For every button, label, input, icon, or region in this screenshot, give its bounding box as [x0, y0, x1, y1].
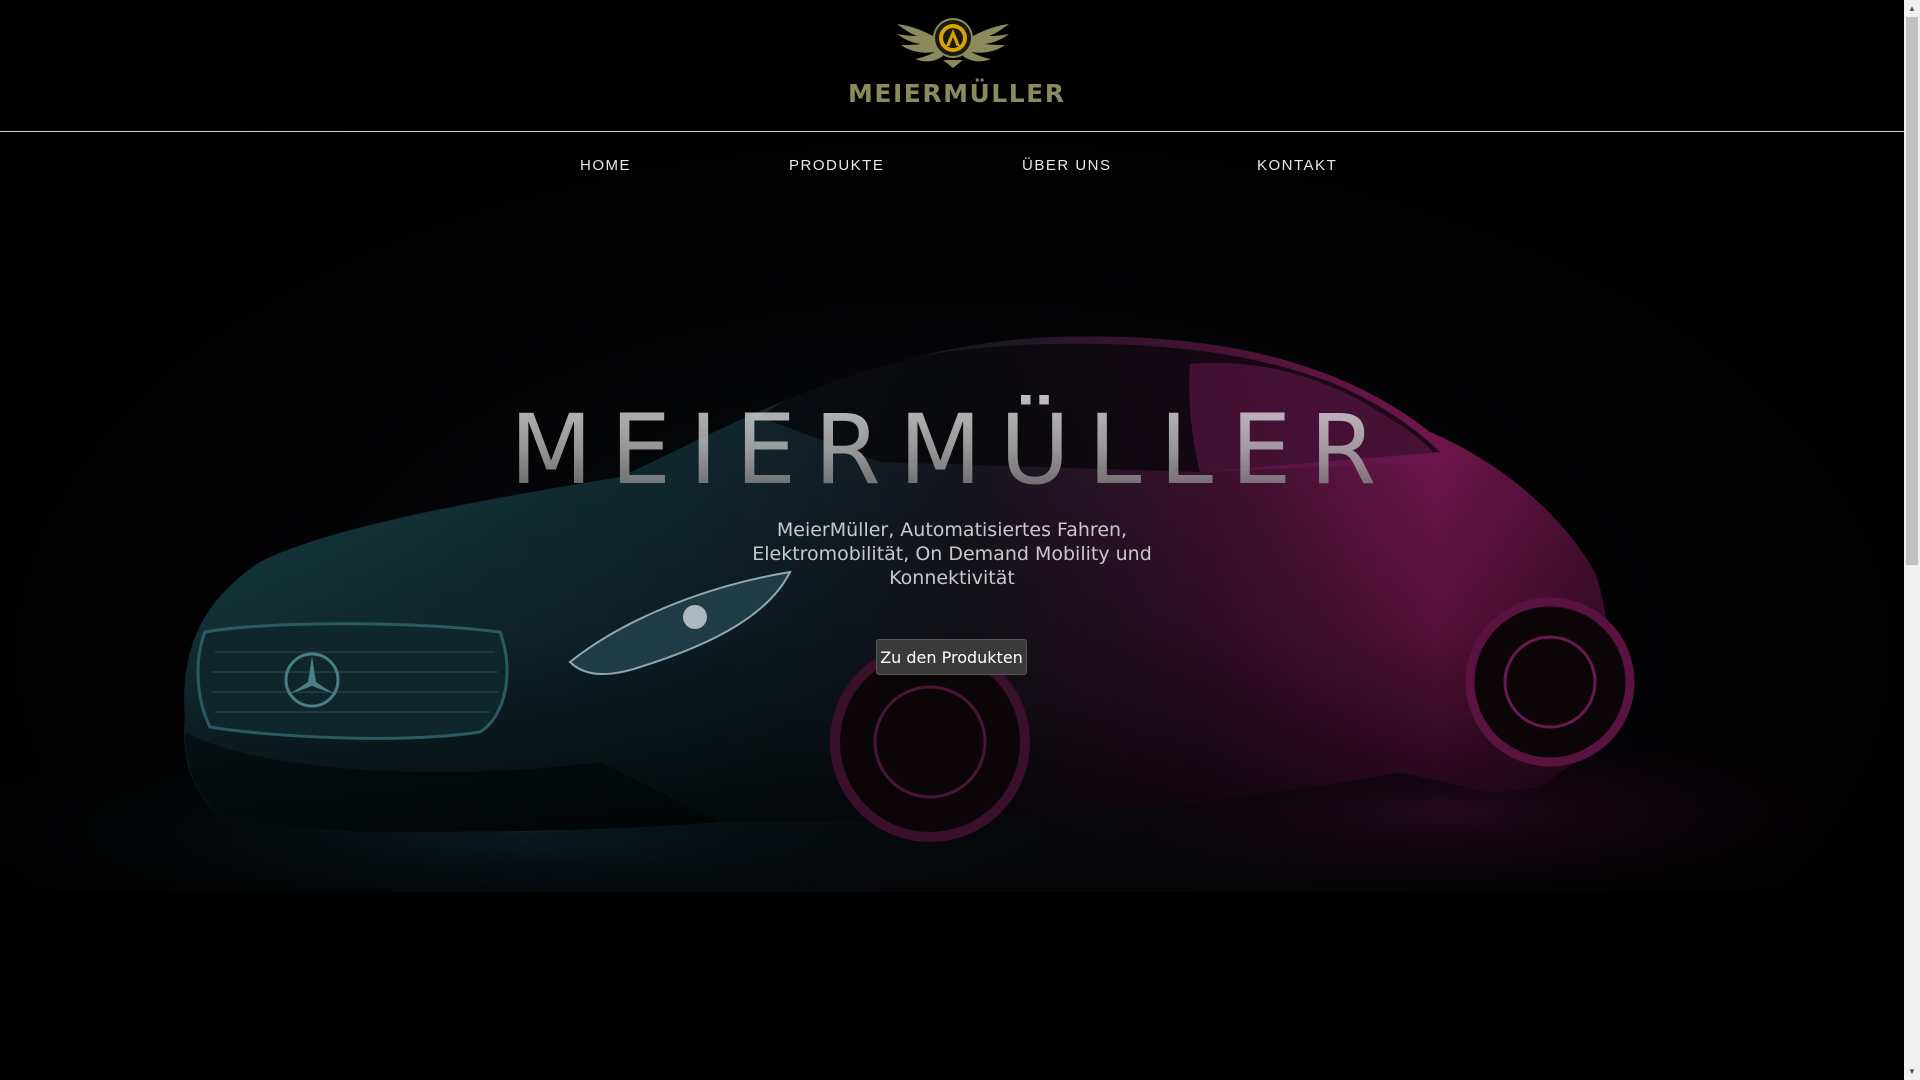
logo-wordmark: MEIERMÜLLER — [848, 79, 1066, 108]
vertical-scrollbar[interactable]: ▲ ▼ — [1904, 0, 1920, 1080]
hero-title: MEIERMÜLLER — [0, 394, 1904, 506]
scrollbar-thumb[interactable] — [1906, 17, 1918, 565]
products-cta-button[interactable]: Zu den Produkten — [876, 639, 1027, 675]
nav-item-ueber-uns[interactable]: ÜBER UNS — [1022, 157, 1112, 174]
hero-subtitle: MeierMüller, Automatisiertes Fahren, Ele… — [752, 519, 1152, 589]
nav-item-home[interactable]: HOME — [580, 157, 631, 174]
nav-item-produkte[interactable]: PRODUKTE — [789, 157, 884, 174]
nav-item-kontakt[interactable]: KONTAKT — [1257, 157, 1337, 174]
chevron-down-icon[interactable]: ▼ — [1904, 1063, 1920, 1080]
chevron-up-icon[interactable]: ▲ — [1904, 0, 1920, 17]
winged-crest-icon — [897, 18, 1009, 68]
car-background-image — [0, 336, 1904, 1080]
site-header: MEIERMÜLLER — [0, 0, 1904, 132]
brand-logo[interactable]: MEIERMÜLLER — [848, 16, 1066, 112]
page: MEIERMÜLLER MEIERMÜLLER MeierMüller, Aut… — [0, 0, 1904, 1080]
main-navigation: HOME PRODUKTE ÜBER UNS KONTAKT — [0, 132, 1904, 200]
hero-section: MEIERMÜLLER MeierMüller, Automatisiertes… — [0, 132, 1904, 1080]
